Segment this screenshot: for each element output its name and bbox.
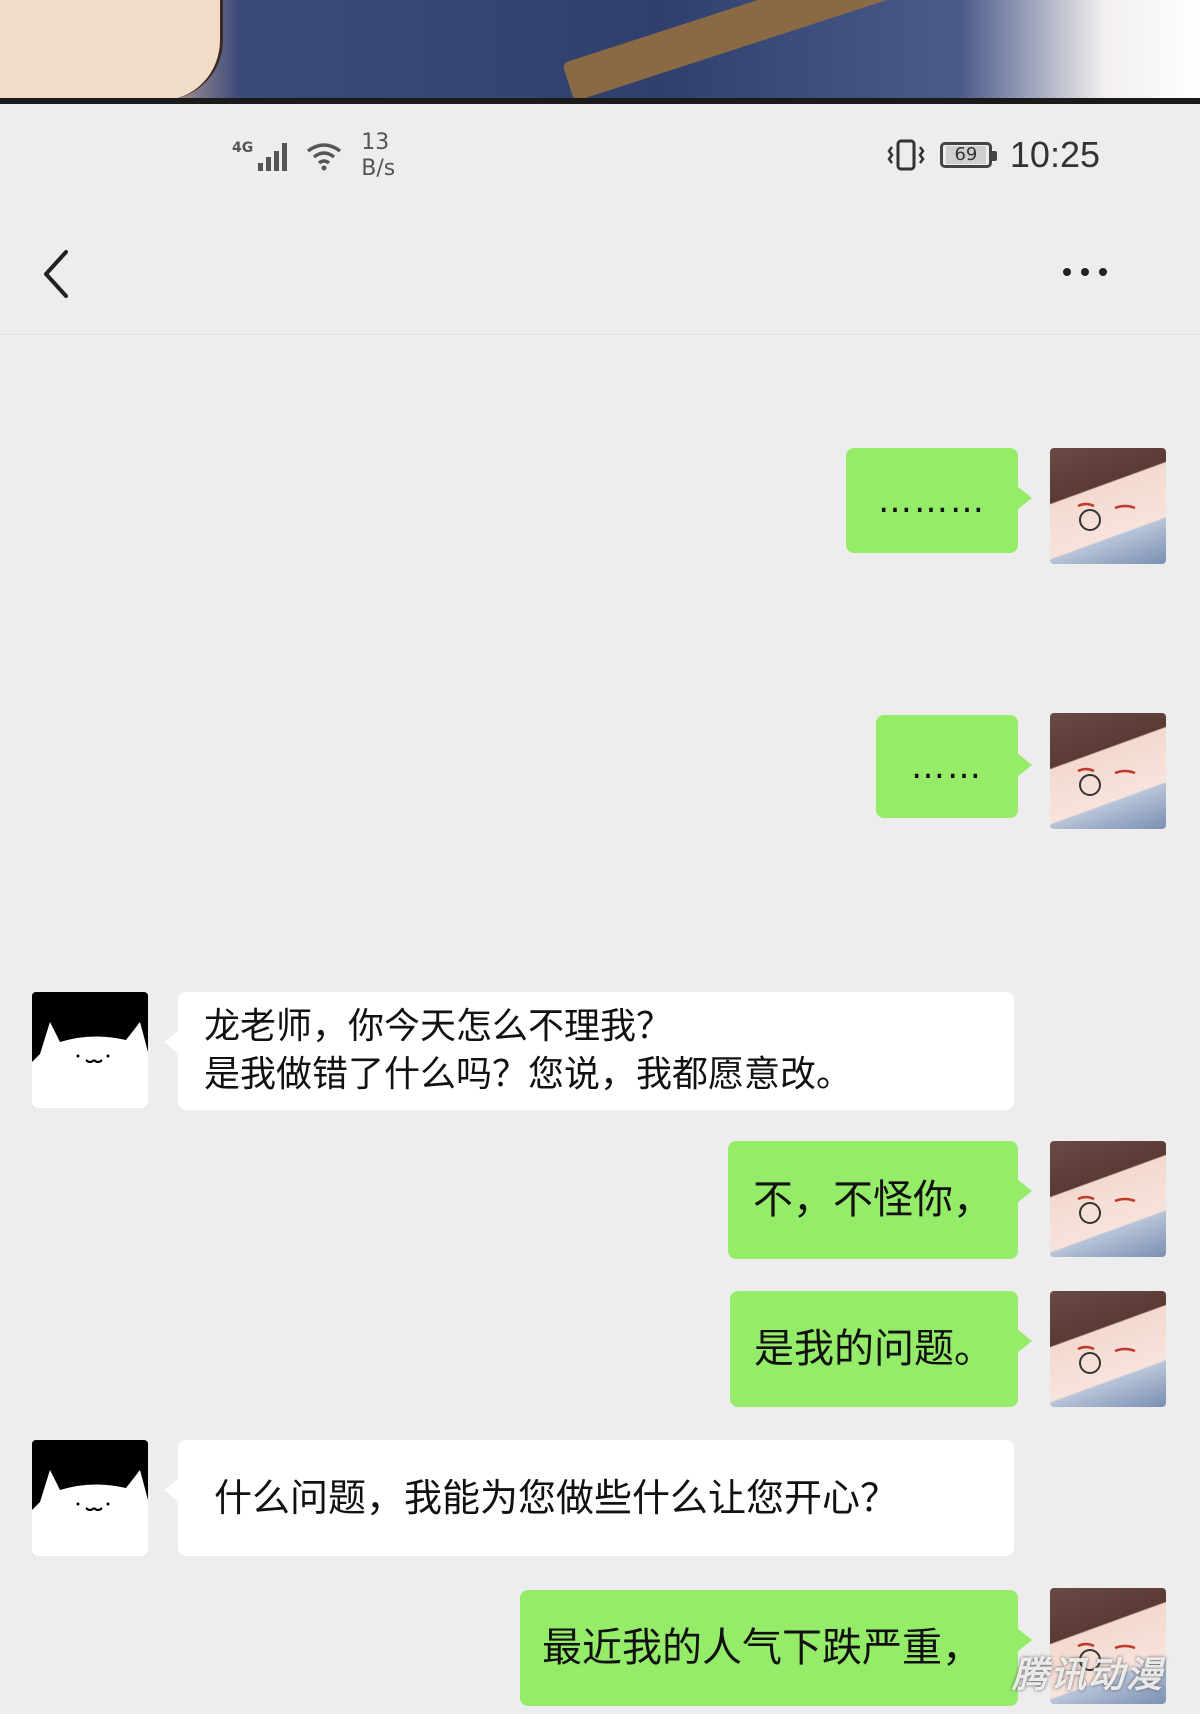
net-speed: 13 B/s xyxy=(361,130,395,182)
incoming-message-bubble[interactable]: 什么问题，我能为您做些什么让您开心？ xyxy=(164,1440,1014,1556)
message-text: 是我的问题。 xyxy=(754,1326,994,1372)
contact-avatar[interactable] xyxy=(32,1440,148,1556)
my-avatar[interactable] xyxy=(1050,448,1166,564)
incoming-message-bubble[interactable]: 龙老师，你今天怎么不理我？ 是我做错了什么吗？您说，我都愿意改。 xyxy=(164,992,1014,1110)
back-button[interactable] xyxy=(36,244,76,304)
white-cat-icon xyxy=(32,1022,148,1108)
outgoing-message-bubble[interactable]: ……… xyxy=(846,448,1032,553)
net-speed-unit: B/s xyxy=(361,156,396,181)
avatar-glasses-icon xyxy=(1077,1345,1136,1374)
more-options-button[interactable] xyxy=(1050,252,1120,292)
outgoing-message-bubble[interactable]: 最近我的人气下跌严重， xyxy=(520,1590,1032,1706)
comic-panel-fragment xyxy=(0,0,1200,104)
message-text: 最近我的人气下跌严重， xyxy=(542,1625,982,1671)
status-left: 4G 13 B/s xyxy=(232,130,395,182)
outgoing-message-bubble[interactable]: …… xyxy=(876,715,1032,818)
vibrate-icon xyxy=(887,139,925,171)
status-bar: 4G 13 B/s 69 10:25 xyxy=(0,104,1200,204)
message-text: ……… xyxy=(878,480,986,521)
net-speed-value: 13 xyxy=(361,130,390,155)
comic-strap-illustration xyxy=(562,0,898,102)
message-text: 什么问题，我能为您做些什么让您开心？ xyxy=(214,1476,899,1520)
avatar-glasses-icon xyxy=(1077,767,1136,796)
battery-level: 69 xyxy=(945,146,986,164)
outgoing-message-bubble[interactable]: 是我的问题。 xyxy=(730,1291,1032,1407)
chat-header xyxy=(0,204,1200,335)
chevron-left-icon xyxy=(44,250,68,298)
my-avatar[interactable] xyxy=(1050,1291,1166,1407)
more-dots-icon xyxy=(1063,268,1071,276)
avatar-glasses-icon xyxy=(1077,1195,1136,1224)
white-cat-icon xyxy=(32,1470,148,1556)
watermark-logo: 腾讯动漫 xyxy=(1011,1655,1164,1696)
message-text: 龙老师，你今天怎么不理我？ 是我做错了什么吗？您说，我都愿意改。 xyxy=(204,1006,853,1095)
status-time: 10:25 xyxy=(1009,134,1100,175)
message-text: 不，不怪你， xyxy=(753,1177,993,1223)
battery-icon: 69 xyxy=(939,142,997,168)
chat-message-list[interactable]: ……… …… 龙老师，你今天怎么不理我？ 是我做错了什么吗？您说，我都愿意改。 xyxy=(0,335,1200,1714)
contact-avatar[interactable] xyxy=(32,992,148,1108)
status-right: 69 10:25 xyxy=(886,134,1100,176)
outgoing-message-bubble[interactable]: 不，不怪你， xyxy=(728,1141,1032,1259)
network-label: 4G xyxy=(232,140,254,156)
comic-hand-illustration xyxy=(0,0,223,100)
wifi-icon xyxy=(307,143,342,171)
my-avatar[interactable] xyxy=(1050,713,1166,829)
signal-icon: 4G xyxy=(232,140,288,171)
my-avatar[interactable] xyxy=(1050,1141,1166,1257)
avatar-glasses-icon xyxy=(1077,502,1136,531)
message-text: …… xyxy=(911,746,983,787)
